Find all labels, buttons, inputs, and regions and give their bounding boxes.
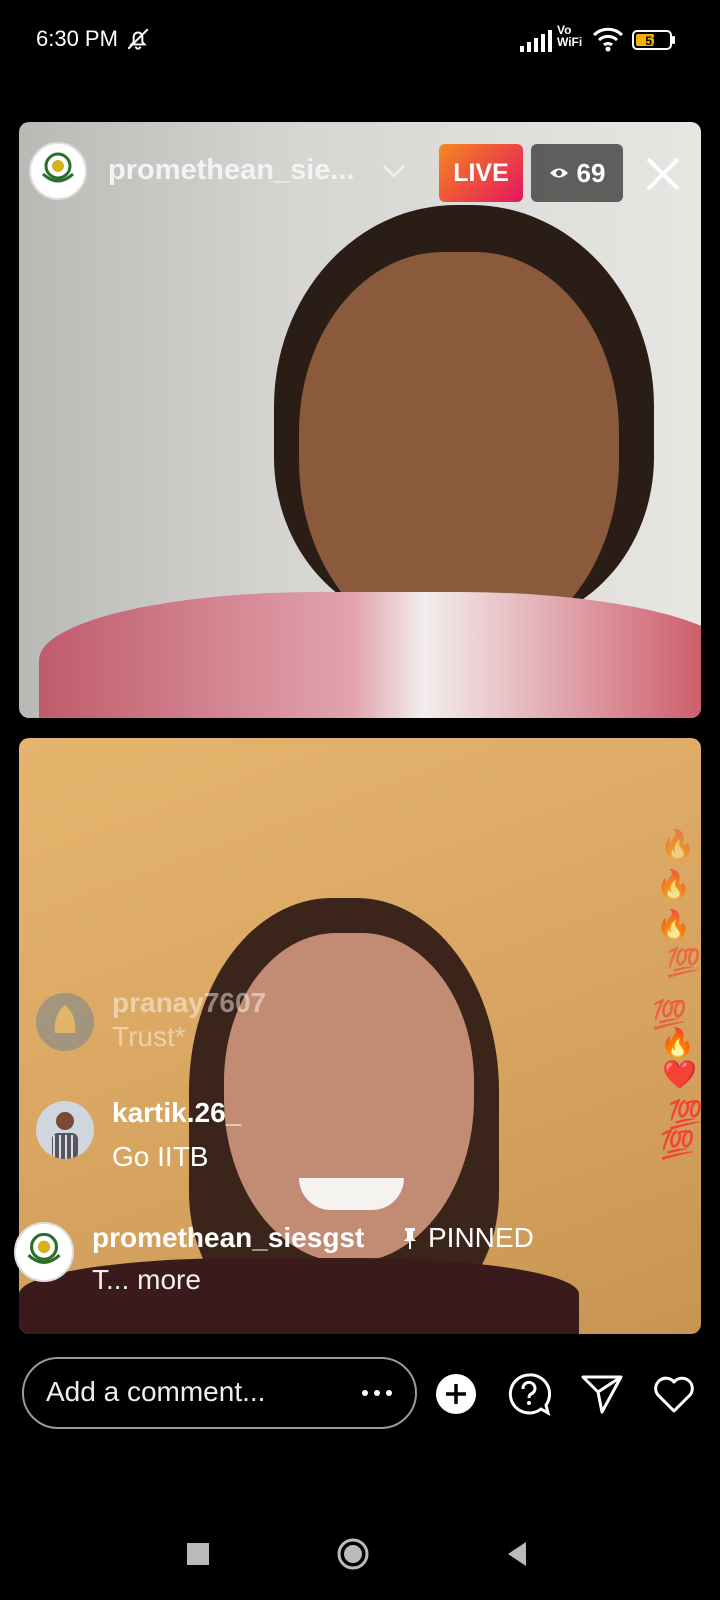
reaction-fire-icon: 🔥 <box>656 869 691 900</box>
recents-icon[interactable] <box>180 1536 216 1572</box>
comment-text: Go IITB <box>112 1141 209 1172</box>
reaction-hundred-icon: 💯 <box>660 1129 695 1160</box>
reaction-fire-icon: 🔥 <box>656 909 691 940</box>
battery-icon: 51 <box>632 30 675 50</box>
vowifi-indicator: Vo WiFi <box>557 23 583 49</box>
more-options-icon[interactable] <box>359 1379 395 1407</box>
comment-username: pranay7607 <box>112 987 267 1018</box>
guest-person-smile <box>299 1178 404 1210</box>
question-icon[interactable] <box>507 1372 551 1416</box>
default-avatar-icon <box>54 1005 76 1033</box>
viewer-count-badge[interactable]: 69 <box>531 144 623 202</box>
host-video <box>19 122 701 718</box>
promethean-logo-icon <box>41 152 75 183</box>
close-icon[interactable] <box>643 154 683 194</box>
host-username[interactable]: promethean_sie... <box>108 154 355 187</box>
reaction-fire-icon: 🔥 <box>660 1027 695 1058</box>
host-person-body <box>39 592 701 718</box>
pin-icon <box>404 1228 416 1249</box>
reaction-hundred-icon: 💯 <box>666 947 701 978</box>
comment-text: Trust* <box>112 1021 186 1052</box>
reaction-fire-icon: 🔥 <box>660 829 695 860</box>
back-icon[interactable] <box>500 1536 536 1572</box>
send-icon[interactable] <box>580 1372 624 1416</box>
pinned-avatar <box>14 1222 74 1282</box>
pinned-username: promethean_siesgst <box>92 1222 365 1253</box>
status-time: 6:30 PM <box>36 26 118 51</box>
wifi-icon <box>592 27 624 52</box>
add-icon[interactable] <box>434 1372 478 1416</box>
heart-icon[interactable] <box>652 1372 696 1416</box>
host-avatar[interactable] <box>29 142 87 200</box>
pinned-label: PINNED <box>428 1222 534 1253</box>
reaction-hundred-icon: 💯 <box>668 1099 703 1130</box>
comment-input[interactable] <box>44 1375 348 1409</box>
home-icon[interactable] <box>335 1536 371 1572</box>
comment-avatar <box>36 1101 94 1159</box>
guest-person-face <box>224 933 474 1263</box>
notifications-off-icon <box>127 28 149 50</box>
comment-username: kartik.26_ <box>112 1097 242 1128</box>
status-bar: 6:30 PM Vo WiFi 51 <box>0 0 720 80</box>
comment-field[interactable] <box>22 1357 417 1429</box>
reaction-hundred-icon: 💯 <box>652 999 687 1030</box>
signal-icon <box>520 30 552 52</box>
comment-avatar <box>36 993 94 1051</box>
svg-text:51: 51 <box>645 34 659 48</box>
promethean-logo-icon <box>27 1232 61 1264</box>
user-photo-icon <box>52 1112 78 1159</box>
live-badge: LIVE <box>439 144 523 202</box>
eye-icon <box>549 168 568 178</box>
chevron-down-icon[interactable] <box>382 164 406 178</box>
pinned-text[interactable]: T... more <box>92 1264 201 1296</box>
reaction-heart-icon: ❤️ <box>662 1059 697 1090</box>
viewer-count: 69 <box>576 157 606 188</box>
